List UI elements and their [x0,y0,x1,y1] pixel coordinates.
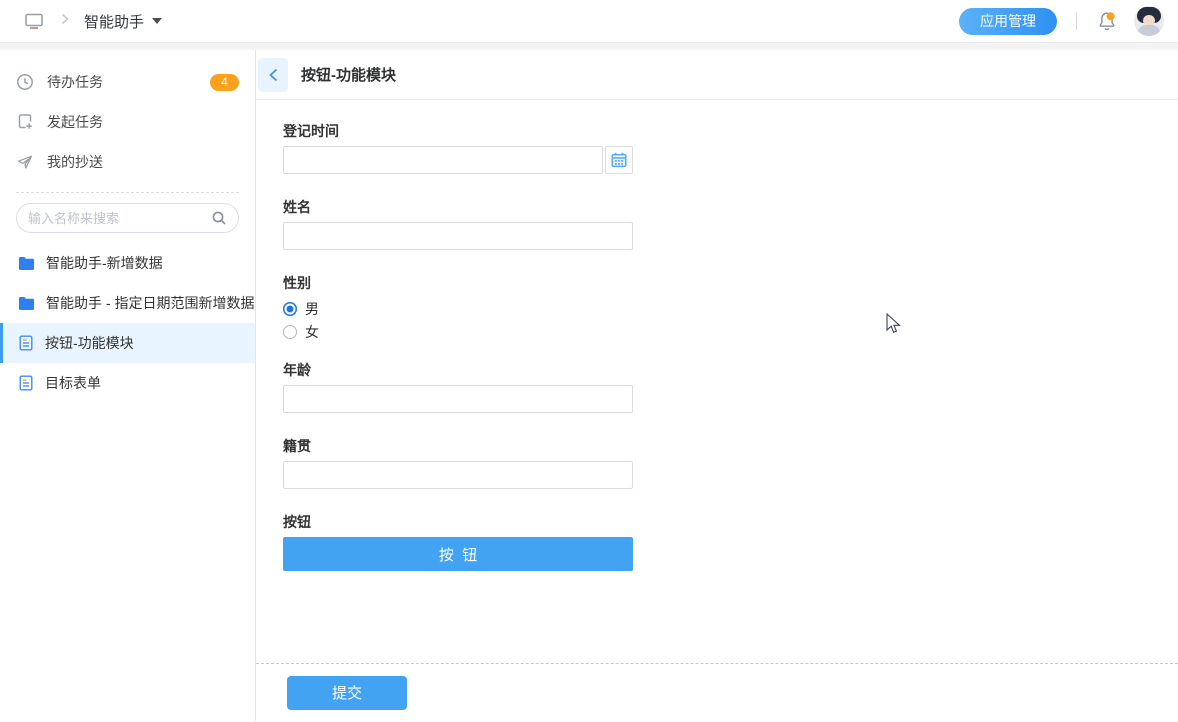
app-switcher-caret-icon[interactable] [152,18,162,24]
list-item-target-form[interactable]: 目标表单 [0,363,255,403]
field-label: 姓名 [283,197,633,217]
field-register-time: 登记时间 [283,121,633,174]
native-place-input[interactable] [283,461,633,489]
sidebar-divider [16,192,239,193]
radio-unchecked-icon[interactable] [283,325,297,339]
list-item-folder-new-data[interactable]: 智能助手-新增数据 [0,243,255,283]
date-picker-button[interactable] [605,146,633,174]
radio-checked-icon[interactable] [283,302,297,316]
list-item-label: 目标表单 [45,373,101,393]
form-footer: 提交 [256,663,1178,721]
gender-option-male[interactable]: 男 [283,297,633,320]
list-item-label: 按钮-功能模块 [45,333,134,353]
sidebar-item-todo-tasks[interactable]: 待办任务 4 [0,62,255,102]
sidebar-item-label: 我的抄送 [47,152,103,172]
field-label: 按钮 [283,512,633,532]
topbar-divider [1076,12,1077,30]
page-gap-strip [0,43,1178,50]
field-gender: 性别 男 女 [283,273,633,343]
breadcrumb-chevron-icon [60,12,70,30]
sidebar: 待办任务 4 发起任务 我的抄送 [0,50,256,721]
back-chevron-icon [268,68,279,82]
name-input[interactable] [283,222,633,250]
list-item-folder-date-range[interactable]: 智能助手 - 指定日期范围新增数据 [0,283,255,323]
submit-button[interactable]: 提交 [287,676,407,710]
sidebar-item-label: 待办任务 [47,72,103,92]
form-body: 登记时间 [256,100,1178,663]
folder-icon [18,296,35,311]
main-panel: 按钮-功能模块 登记时间 [256,50,1178,721]
todo-count-badge: 4 [210,74,239,91]
notification-bell-icon[interactable] [1096,10,1118,32]
form: 登记时间 [283,121,633,571]
radio-label: 女 [305,322,319,342]
gender-option-female[interactable]: 女 [283,320,633,343]
sidebar-search[interactable] [16,203,239,233]
top-bar: 智能助手 应用管理 [0,0,1178,43]
list-item-button-module[interactable]: 按钮-功能模块 [0,323,255,363]
form-document-icon [18,375,34,391]
field-label: 性别 [283,273,633,293]
field-age: 年龄 [283,360,633,413]
age-input[interactable] [283,385,633,413]
field-label: 登记时间 [283,121,633,141]
radio-label: 男 [305,299,319,319]
form-action-button[interactable]: 按 钮 [283,537,633,571]
field-native-place: 籍贯 [283,436,633,489]
calendar-icon [610,151,628,169]
search-input[interactable] [28,211,211,226]
form-title: 按钮-功能模块 [301,64,396,85]
search-icon[interactable] [211,210,227,226]
field-label: 年龄 [283,360,633,380]
field-label: 籍贯 [283,436,633,456]
form-header: 按钮-功能模块 [256,50,1178,100]
create-task-icon [16,113,34,131]
app-title[interactable]: 智能助手 [84,11,144,32]
send-icon [16,153,34,171]
list-item-label: 智能助手 - 指定日期范围新增数据 [46,293,254,313]
monitor-logo-icon[interactable] [24,11,44,31]
field-button: 按钮 按 钮 [283,512,633,571]
sidebar-item-my-cc[interactable]: 我的抄送 [0,142,255,182]
app-manage-button[interactable]: 应用管理 [959,8,1057,35]
form-document-icon [18,335,34,351]
register-time-input[interactable] [283,146,603,174]
field-name: 姓名 [283,197,633,250]
form-list: 智能助手-新增数据 智能助手 - 指定日期范围新增数据 按钮-功能模块 [0,243,255,403]
folder-icon [18,256,35,271]
user-avatar[interactable] [1134,6,1164,36]
back-button[interactable] [258,58,288,92]
sidebar-item-label: 发起任务 [47,112,103,132]
sidebar-item-initiate-task[interactable]: 发起任务 [0,102,255,142]
clock-icon [16,73,34,91]
list-item-label: 智能助手-新增数据 [46,253,163,273]
